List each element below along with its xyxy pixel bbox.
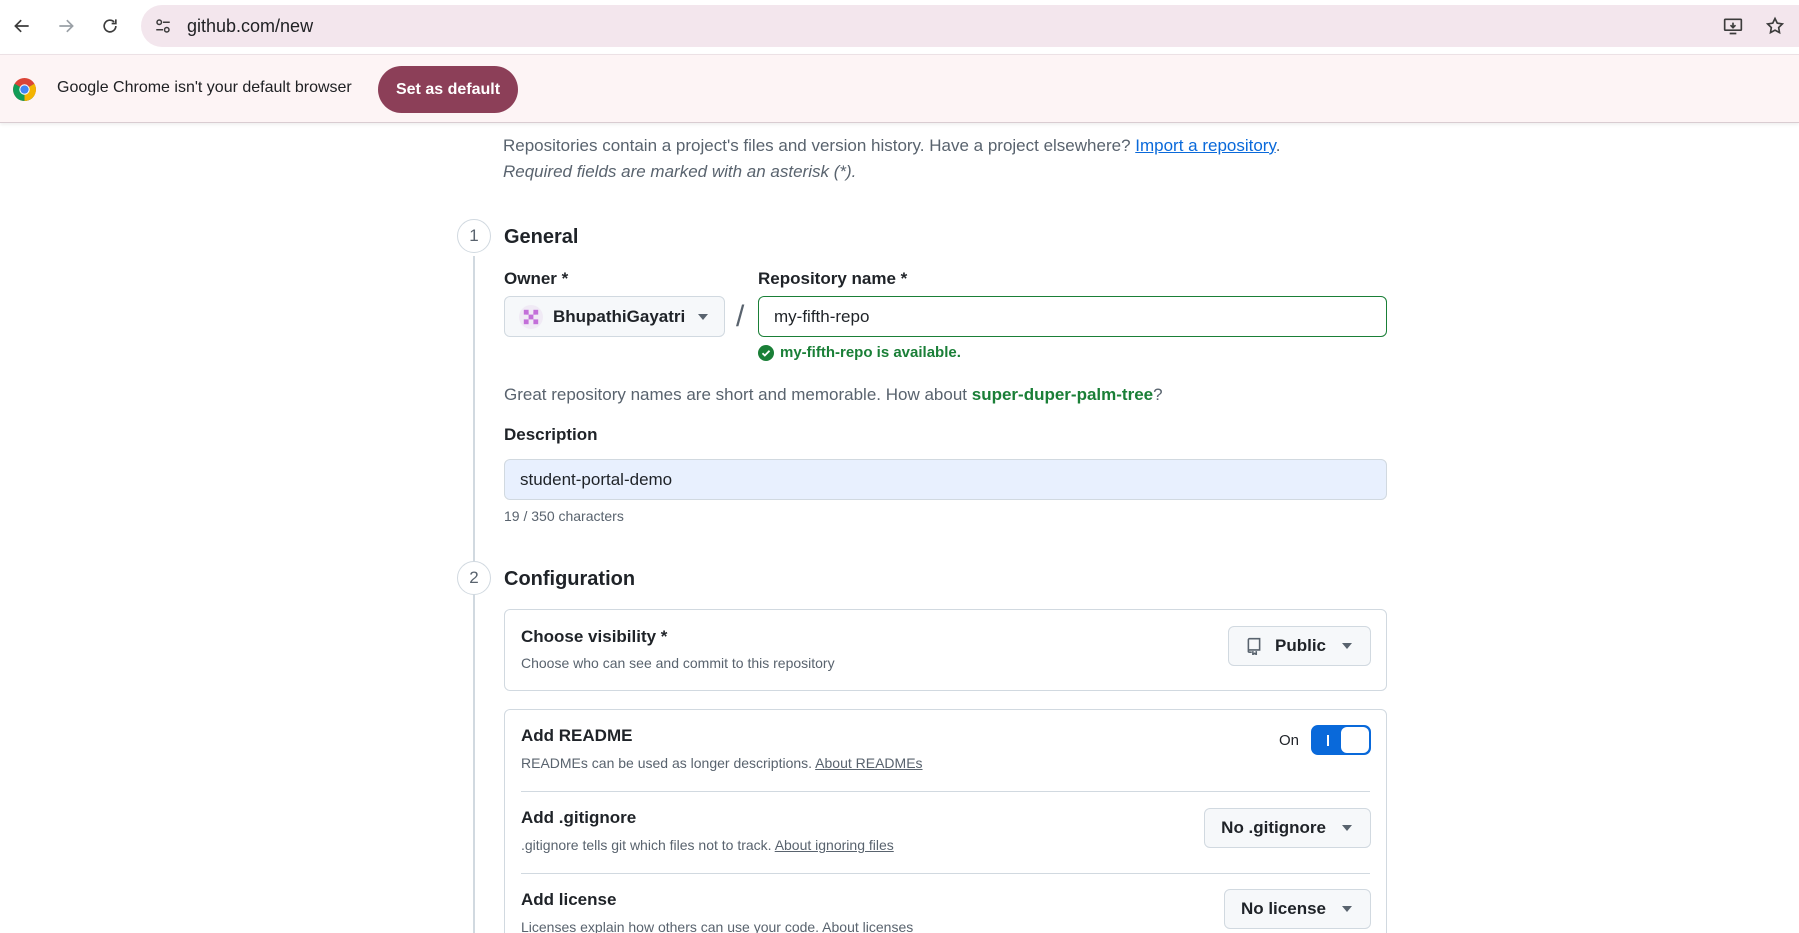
- install-app-icon[interactable]: [1717, 10, 1749, 42]
- required-fields-note: Required fields are marked with an aster…: [503, 162, 857, 181]
- step-number-2: 2: [457, 561, 491, 595]
- toggle-knob: [1341, 727, 1369, 753]
- repository-name-label: Repository name *: [758, 269, 908, 288]
- chrome-logo-icon: [13, 78, 36, 101]
- character-count: 19 / 350 characters: [504, 508, 624, 524]
- repository-name-input[interactable]: [758, 296, 1387, 337]
- readme-toggle-group: On: [1279, 725, 1371, 755]
- section-title-general: General: [504, 226, 579, 248]
- reload-icon[interactable]: [88, 4, 132, 48]
- divider: [521, 873, 1370, 874]
- readme-toggle[interactable]: [1311, 725, 1371, 755]
- owner-repo-separator: /: [736, 300, 745, 333]
- divider: [521, 791, 1370, 792]
- infobar-message: Google Chrome isn't your default browser: [57, 79, 352, 96]
- readme-description: READMEs can be used as longer descriptio…: [521, 755, 923, 771]
- owner-label: Owner *: [504, 269, 569, 288]
- license-description: Licenses explain how others can use your…: [521, 919, 914, 933]
- suggested-name[interactable]: super-duper-palm-tree: [972, 385, 1153, 404]
- forward-arrow-icon[interactable]: [44, 4, 88, 48]
- name-suggestion: Great repository names are short and mem…: [504, 385, 1163, 404]
- toggle-state-label: On: [1278, 731, 1299, 749]
- new-repository-page: Repositories contain a project's files a…: [0, 123, 1799, 933]
- section-title-configuration: Configuration: [504, 568, 636, 590]
- license-select[interactable]: No license: [1223, 889, 1371, 929]
- chevron-down-icon: [1342, 906, 1352, 912]
- repository-options-card: Add README READMEs can be used as longer…: [504, 709, 1387, 933]
- visibility-select[interactable]: Public: [1227, 626, 1371, 666]
- about-readmes-link[interactable]: About READMEs: [815, 755, 922, 771]
- back-arrow-icon[interactable]: [0, 4, 44, 48]
- readme-title: Add README: [521, 726, 633, 745]
- owner-name: BhupathiGayatri: [553, 306, 686, 326]
- address-bar[interactable]: github.com/new: [141, 5, 1799, 47]
- chevron-down-icon: [698, 314, 708, 320]
- about-ignoring-files-link[interactable]: About ignoring files: [775, 837, 894, 853]
- visibility-card: Choose visibility * Choose who can see a…: [504, 609, 1387, 691]
- description-label: Description: [504, 425, 598, 444]
- gitignore-select[interactable]: No .gitignore: [1204, 808, 1371, 848]
- step-number-1: 1: [457, 219, 491, 253]
- url-text[interactable]: github.com/new: [187, 16, 313, 37]
- license-title: Add license: [521, 890, 617, 909]
- availability-message: my-fifth-repo is available.: [758, 344, 961, 361]
- visibility-title: Choose visibility *: [521, 627, 668, 646]
- chevron-down-icon: [1342, 825, 1352, 831]
- avatar: [519, 304, 543, 329]
- intro-text: Repositories contain a project's files a…: [503, 136, 1281, 155]
- repo-icon: [1247, 637, 1261, 655]
- chevron-down-icon: [1342, 643, 1352, 649]
- bookmark-star-icon[interactable]: [1759, 10, 1791, 42]
- gitignore-title: Add .gitignore: [521, 808, 637, 827]
- toggle-on-indicator: [1327, 735, 1329, 746]
- default-browser-infobar: Google Chrome isn't your default browser…: [0, 54, 1799, 123]
- gitignore-description: .gitignore tells git which files not to …: [521, 837, 894, 853]
- browser-toolbar: github.com/new: [0, 0, 1799, 54]
- description-input[interactable]: [504, 459, 1387, 500]
- set-as-default-button[interactable]: Set as default: [378, 66, 518, 113]
- check-circle-icon: [758, 344, 774, 361]
- site-settings-icon[interactable]: [146, 9, 180, 43]
- visibility-description: Choose who can see and commit to this re…: [521, 655, 835, 671]
- import-repository-link[interactable]: Import a repository: [1135, 136, 1275, 155]
- owner-select[interactable]: BhupathiGayatri: [504, 296, 725, 337]
